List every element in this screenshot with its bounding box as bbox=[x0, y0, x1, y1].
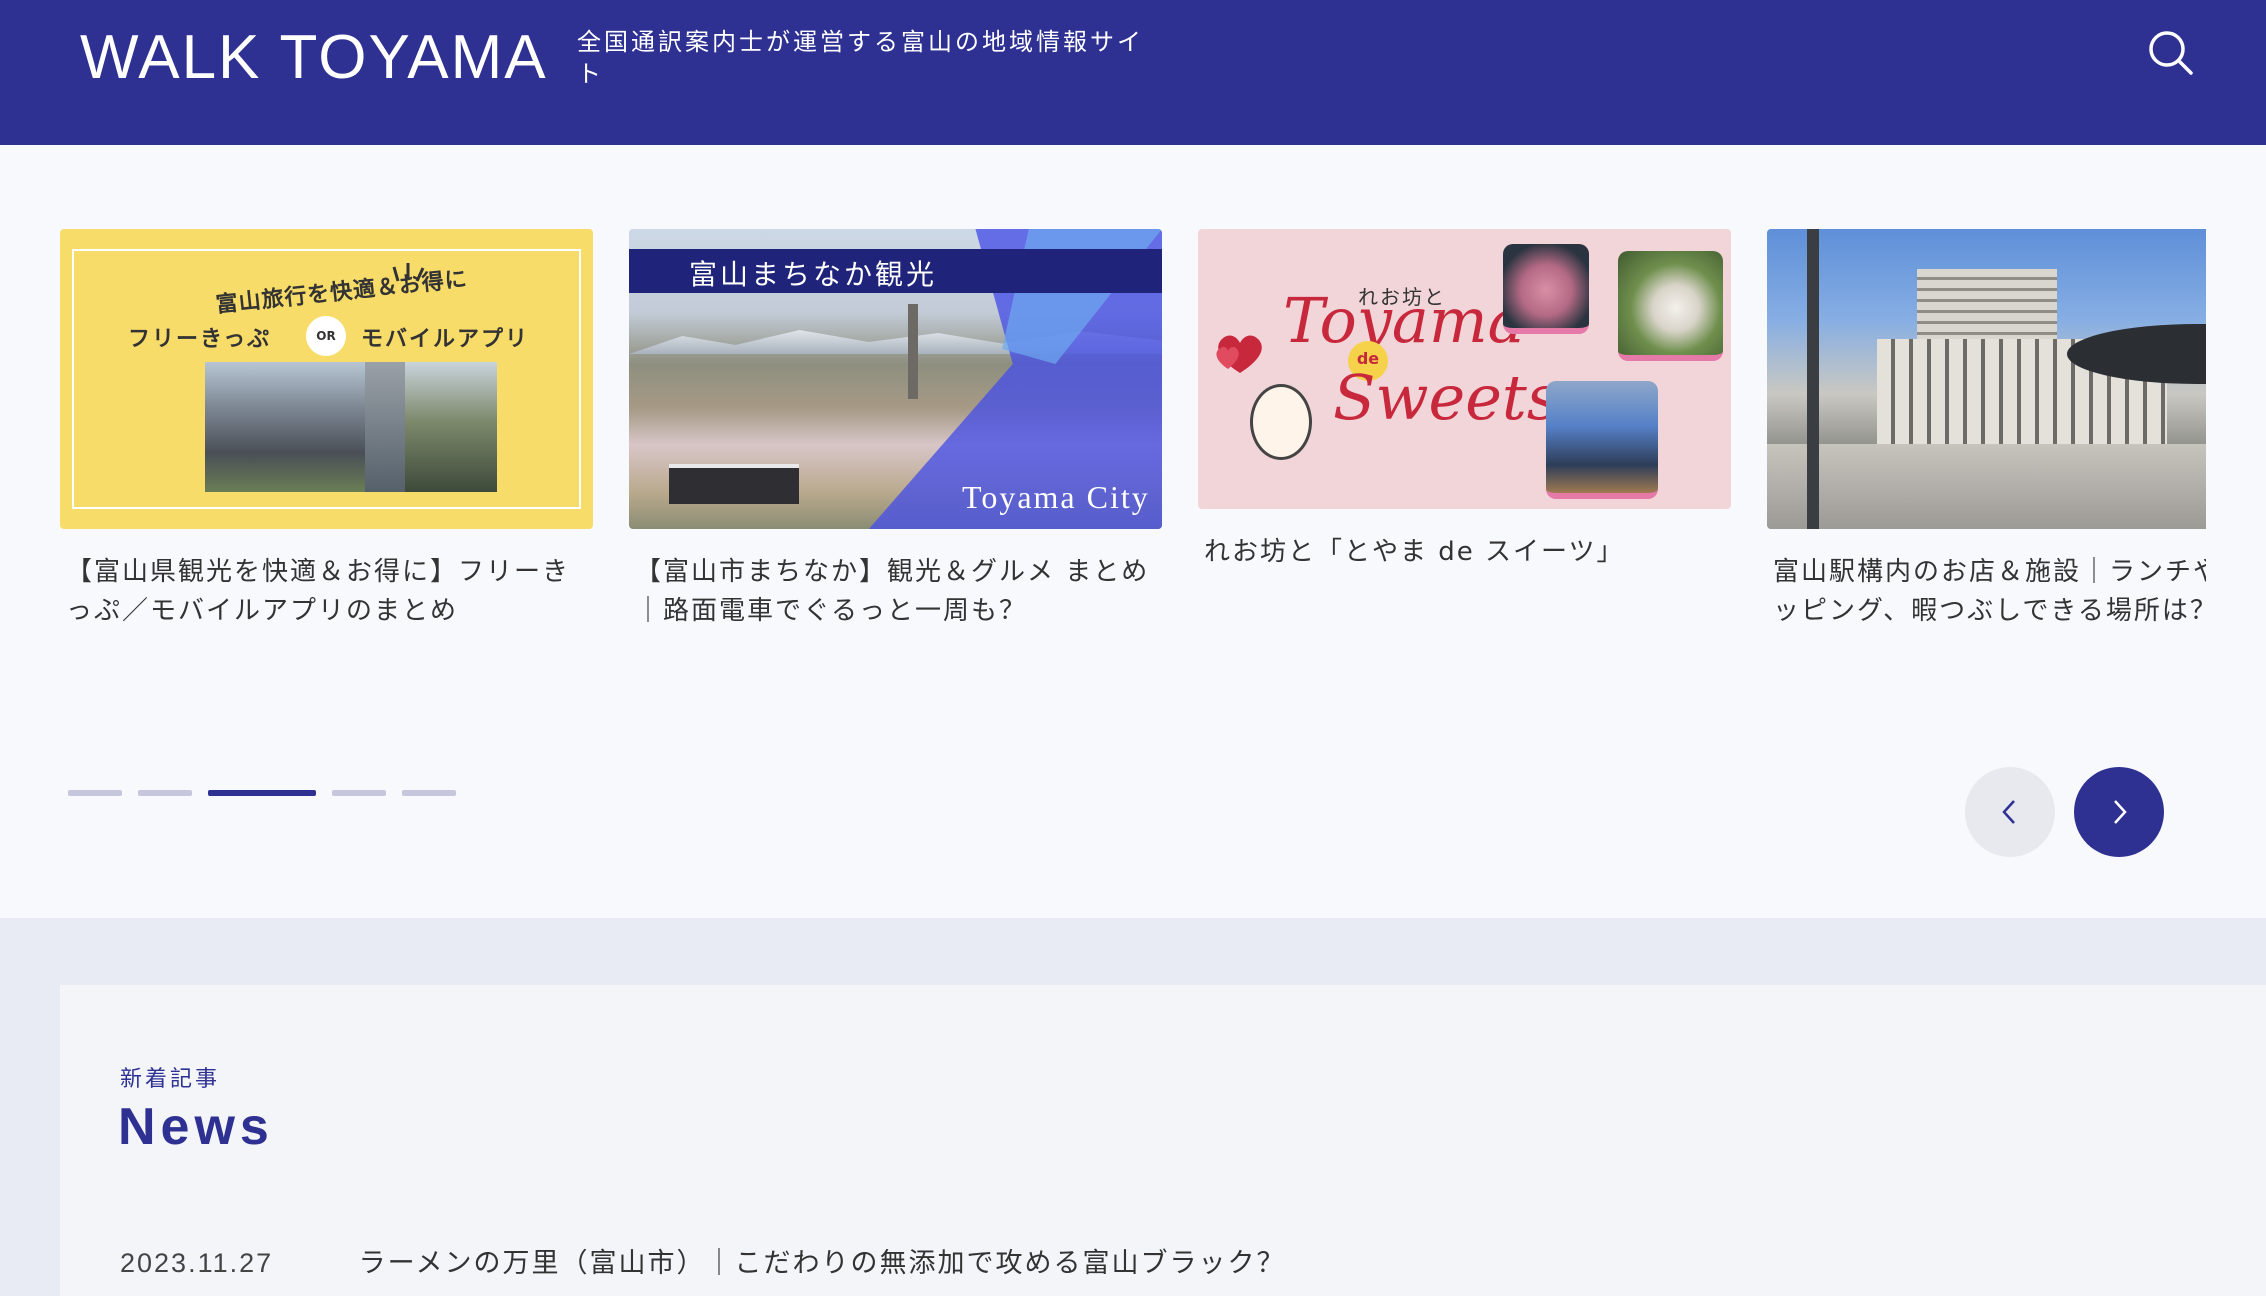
thumbnail-banner-text: 富山まちなか観光 bbox=[689, 258, 938, 291]
news-heading: News bbox=[118, 1098, 274, 1156]
carousel-prev-button[interactable] bbox=[1965, 767, 2055, 857]
pagination-dot-1[interactable] bbox=[68, 790, 122, 796]
site-tagline: 全国通訳案内士が運営する富山の地域情報サイト bbox=[577, 28, 1144, 88]
featured-carousel: 富山旅行を快適＆お得に フリーきっぷ OR モバイルアプリ 【富山県観光を快適＆… bbox=[0, 145, 2266, 918]
news-kicker: 新着記事 bbox=[120, 1067, 221, 1092]
chevron-left-icon bbox=[2002, 800, 2015, 824]
sparkle-icon bbox=[392, 263, 425, 282]
news-item[interactable]: 2023.11.27 ラーメンの万里（富山市）｜こだわりの無添加で攻める富山ブラ… bbox=[120, 1241, 1286, 1280]
slide-thumbnail: 富山旅行を快適＆お得に フリーきっぷ OR モバイルアプリ bbox=[60, 229, 593, 529]
news-panel: 新着記事 News 2023.11.27 ラーメンの万里（富山市）｜こだわりの無… bbox=[60, 985, 2266, 1296]
thumbnail-title-sweets: Sweets bbox=[1333, 361, 1559, 434]
thumbnail-free-ticket-label: フリーきっぷ bbox=[128, 327, 272, 352]
thumbnail-photo-drink bbox=[1546, 381, 1658, 499]
carousel-slide-toyama-station[interactable]: 富山駅構内のお店＆施設｜ランチやショッピング、暇つぶしできる場所は？ bbox=[1767, 229, 2206, 631]
heart-icon bbox=[1216, 335, 1262, 373]
pagination-dot-2[interactable] bbox=[138, 790, 192, 796]
slide-thumbnail: れお坊と Toyama de Sweets bbox=[1198, 229, 1731, 509]
pagination-dot-3[interactable] bbox=[208, 790, 316, 796]
thumbnail-title-toyama: Toyama bbox=[1283, 284, 1525, 357]
thumbnail-photo-mochi bbox=[1618, 251, 1723, 361]
search-icon bbox=[2149, 31, 2193, 75]
thumbnail-photo-pond bbox=[405, 362, 497, 492]
carousel-slide-toyama-city[interactable]: 富山まちなか観光 Toyama City 【富山市まちなか】観光＆グルメ まとめ… bbox=[629, 229, 1162, 631]
slide-title[interactable]: 【富山市まちなか】観光＆グルメ まとめ｜路面電車でぐるっと一周も？ bbox=[629, 553, 1162, 631]
pagination-dot-5[interactable] bbox=[402, 790, 456, 796]
slide-title[interactable]: れお坊と「とやま de スイーツ」 bbox=[1198, 533, 1731, 572]
carousel-track[interactable]: 富山旅行を快適＆お得に フリーきっぷ OR モバイルアプリ 【富山県観光を快適＆… bbox=[60, 229, 2206, 669]
slide-title[interactable]: 富山駅構内のお店＆施設｜ランチやショッピング、暇つぶしできる場所は？ bbox=[1767, 553, 2206, 631]
thumbnail-plaza bbox=[1767, 444, 2206, 529]
thumbnail-caption: Toyama City bbox=[962, 479, 1150, 515]
search-button[interactable] bbox=[2146, 28, 2196, 78]
carousel-slide-sweets[interactable]: れお坊と Toyama de Sweets れお坊と「とやま de スイーツ」 bbox=[1198, 229, 1731, 572]
carousel-slide-free-ticket[interactable]: 富山旅行を快適＆お得に フリーきっぷ OR モバイルアプリ 【富山県観光を快適＆… bbox=[60, 229, 593, 631]
thumbnail-photo-building bbox=[205, 362, 365, 492]
chevron-right-icon bbox=[2114, 800, 2127, 824]
thumbnail-photo-macaron bbox=[1503, 244, 1589, 334]
news-date: 2023.11.27 bbox=[120, 1248, 274, 1278]
slide-title[interactable]: 【富山県観光を快適＆お得に】フリーきっぷ／モバイルアプリのまとめ bbox=[60, 553, 593, 631]
slide-thumbnail: 富山まちなか観光 Toyama City bbox=[629, 229, 1162, 529]
thumbnail-character-avatar bbox=[1250, 384, 1312, 460]
site-logo[interactable]: WALK TOYAMA bbox=[80, 22, 548, 93]
thumbnail-tower bbox=[908, 304, 918, 399]
thumbnail-pole bbox=[1807, 229, 1819, 529]
slide-thumbnail bbox=[1767, 229, 2206, 529]
pagination-dot-4[interactable] bbox=[332, 790, 386, 796]
news-section: 新着記事 News 2023.11.27 ラーメンの万里（富山市）｜こだわりの無… bbox=[0, 918, 2266, 1296]
thumbnail-or-badge: OR bbox=[306, 316, 346, 356]
carousel-next-button[interactable] bbox=[2074, 767, 2164, 857]
thumbnail-pavilion bbox=[669, 464, 799, 504]
thumbnail-mobile-app-label: モバイルアプリ bbox=[361, 327, 530, 352]
site-header: WALK TOYAMA 全国通訳案内士が運営する富山の地域情報サイト bbox=[0, 0, 2266, 145]
thumbnail-photo-buddha bbox=[365, 362, 405, 492]
news-title[interactable]: ラーメンの万里（富山市）｜こだわりの無添加で攻める富山ブラック？ bbox=[359, 1248, 1286, 1279]
